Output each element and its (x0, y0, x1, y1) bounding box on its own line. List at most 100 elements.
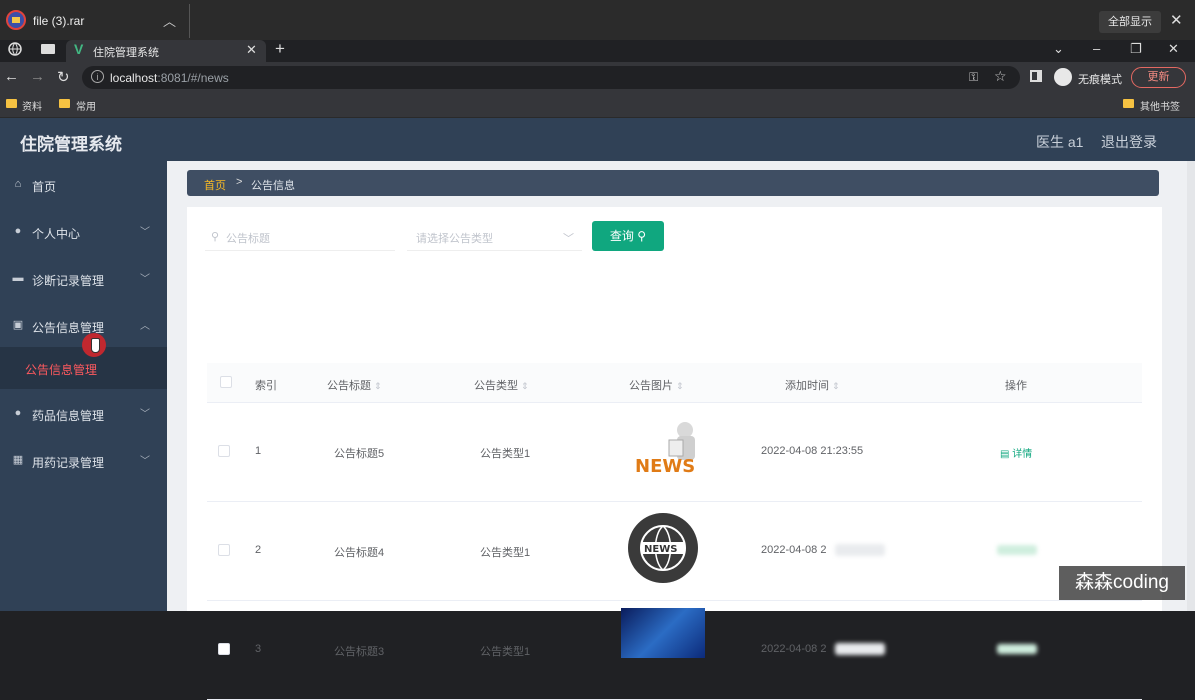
chevron-down-icon: ﹀ (140, 274, 150, 285)
breadcrumb: 首页 > 公告信息 (187, 170, 1159, 196)
tab-search-icon[interactable] (40, 42, 56, 58)
column-header-type[interactable]: 公告类型 ⇕ (474, 377, 529, 393)
row-index: 1 (255, 445, 262, 457)
show-all-button[interactable]: 全部显示 (1099, 11, 1161, 33)
rar-file-icon (6, 10, 26, 30)
column-header-index: 索引 (255, 380, 277, 392)
address-toolbar: ← → ↻ i localhost:8081/#/news ⚿ ☆ 无痕模式 更… (0, 62, 1195, 92)
bookmarks-bar: 资料 常用 其他书签 (0, 92, 1195, 118)
title-search-input[interactable]: ⚲ 公告标题 (205, 221, 395, 251)
column-header-title[interactable]: 公告标题 ⇕ (327, 377, 382, 393)
incognito-label: 无痕模式 (1078, 74, 1122, 86)
column-header-action: 操作 (1005, 380, 1027, 392)
detail-link[interactable] (997, 644, 1037, 654)
sidebar-item-home[interactable]: ⌂ 首页 (0, 163, 167, 207)
mouse-cursor-icon (82, 333, 106, 357)
sidebar-item-medication[interactable]: ▦ 用药记录管理 ﹀ (0, 439, 167, 483)
news-figure-image: NEWS (627, 416, 707, 480)
sidebar-subitem-notice-manage[interactable]: 公告信息管理 (0, 347, 167, 389)
scrollbar[interactable] (1187, 161, 1195, 611)
globe-icon[interactable] (8, 42, 24, 58)
reload-icon[interactable]: ↻ (57, 68, 70, 86)
star-icon[interactable]: ☆ (994, 68, 1007, 85)
info-icon[interactable]: i (91, 70, 104, 83)
url-text[interactable]: localhost:8081/#/news (110, 71, 229, 85)
logout-link[interactable]: 退出登录 (1101, 132, 1157, 152)
new-tab-icon[interactable]: + (275, 39, 285, 59)
chevron-down-icon: ﹀ (140, 456, 150, 467)
side-panel-icon[interactable] (1030, 70, 1042, 82)
row-time: 2022-04-08 2 (761, 643, 827, 655)
row-checkbox[interactable] (218, 643, 230, 655)
sidebar-item-profile[interactable]: ● 个人中心 ﹀ (0, 210, 167, 254)
row-type: 公告类型1 (480, 646, 531, 658)
key-icon[interactable]: ⚿ (969, 70, 978, 85)
main-panel: 首页 > 公告信息 ⚲ 公告标题 请选择公告类型 ﹀ 查询 ⚲ 索引 公告标题 ⇕… (167, 161, 1187, 700)
tab-bar: V 住院管理系统 ✕ + ⌄ – ❐ ✕ (0, 39, 1195, 62)
row-checkbox[interactable] (218, 544, 230, 556)
row-checkbox[interactable] (218, 445, 230, 457)
incognito-icon[interactable] (1054, 68, 1072, 86)
watermark: 森森coding (1059, 566, 1185, 600)
blurred-text (835, 544, 885, 556)
other-bookmarks[interactable]: 其他书签 (1140, 98, 1180, 113)
sort-icon: ⇕ (676, 381, 684, 391)
column-header-time[interactable]: 添加时间 ⇕ (785, 377, 840, 393)
forward-icon[interactable]: → (30, 68, 45, 85)
app-header: 住院管理系统 医生 a1 退出登录 (0, 118, 1195, 161)
row-title: 公告标题5 (334, 448, 385, 460)
sidebar-item-label: 诊断记录管理 (32, 274, 105, 288)
update-button[interactable]: 更新 (1131, 67, 1186, 88)
query-button-label: 查询 (609, 229, 634, 243)
breadcrumb-current: 公告信息 (251, 180, 295, 192)
select-all-checkbox[interactable] (220, 376, 232, 388)
detail-link[interactable]: ▤ 详情 (1000, 445, 1032, 460)
close-icon[interactable]: ✕ (1170, 11, 1183, 29)
row-index: 2 (255, 544, 262, 556)
type-select[interactable]: 请选择公告类型 ﹀ (407, 221, 582, 251)
restore-icon[interactable]: ❐ (1130, 41, 1142, 57)
chevron-up-icon: ︿ (140, 321, 150, 332)
current-user: 医生 a1 (1036, 134, 1084, 150)
breadcrumb-home[interactable]: 首页 (204, 177, 226, 193)
sidebar: ⌂ 首页 ● 个人中心 ﹀ ▬ 诊断记录管理 ﹀ ▣ 公告信息管理 ︿ 公告信息… (0, 161, 167, 611)
title-search-placeholder: 公告标题 (226, 233, 270, 245)
download-bar: file (3).rar ︿ 全部显示 ✕ (0, 0, 1195, 40)
blurred-text (835, 643, 885, 655)
sidebar-item-label: 个人中心 (32, 227, 81, 241)
row-time: 2022-04-08 21:23:55 (761, 445, 864, 457)
window-close-icon[interactable]: ✕ (1168, 41, 1179, 57)
browser-tab[interactable]: V 住院管理系统 ✕ (66, 40, 266, 62)
app-title: 住院管理系统 (20, 135, 122, 154)
download-filename[interactable]: file (3).rar (33, 14, 84, 28)
sidebar-item-medicine[interactable]: ● 药品信息管理 ﹀ (0, 392, 167, 436)
row-type: 公告类型1 (480, 547, 531, 559)
minimize-icon[interactable]: – (1093, 41, 1100, 56)
sidebar-subitem-label: 公告信息管理 (25, 363, 98, 377)
folder-icon (59, 99, 70, 108)
url-bar[interactable]: i localhost:8081/#/news ⚿ ☆ (82, 66, 1020, 89)
bookmark-item[interactable]: 常用 (76, 98, 96, 113)
row-time: 2022-04-08 2 (761, 544, 827, 556)
folder-icon (6, 99, 17, 108)
tab-close-icon[interactable]: ✕ (246, 42, 257, 58)
row-index: 3 (255, 643, 262, 655)
search-icon: ⚲ (637, 229, 647, 243)
sidebar-item-diagnosis[interactable]: ▬ 诊断记录管理 ﹀ (0, 257, 167, 301)
bookmark-item[interactable]: 资料 (22, 98, 42, 113)
news-blue-image (621, 608, 705, 658)
chevron-up-icon[interactable]: ︿ (163, 11, 176, 30)
column-header-image[interactable]: 公告图片 ⇕ (629, 377, 684, 393)
chevron-down-icon: ﹀ (563, 233, 574, 245)
query-button[interactable]: 查询 ⚲ (592, 221, 664, 251)
chevron-down-icon: ﹀ (140, 227, 150, 238)
content-card: ⚲ 公告标题 请选择公告类型 ﹀ 查询 ⚲ 索引 公告标题 ⇕ 公告类型 ⇕ 公告图… (187, 207, 1162, 700)
breadcrumb-separator: > (236, 176, 243, 188)
detail-link[interactable] (997, 545, 1037, 555)
divider (189, 4, 190, 38)
back-icon[interactable]: ← (4, 68, 19, 85)
vue-logo-icon: V (74, 41, 84, 57)
sidebar-item-label: 药品信息管理 (32, 409, 105, 423)
home-icon: ⌂ (14, 178, 22, 190)
chevron-down-icon[interactable]: ⌄ (1053, 41, 1064, 57)
